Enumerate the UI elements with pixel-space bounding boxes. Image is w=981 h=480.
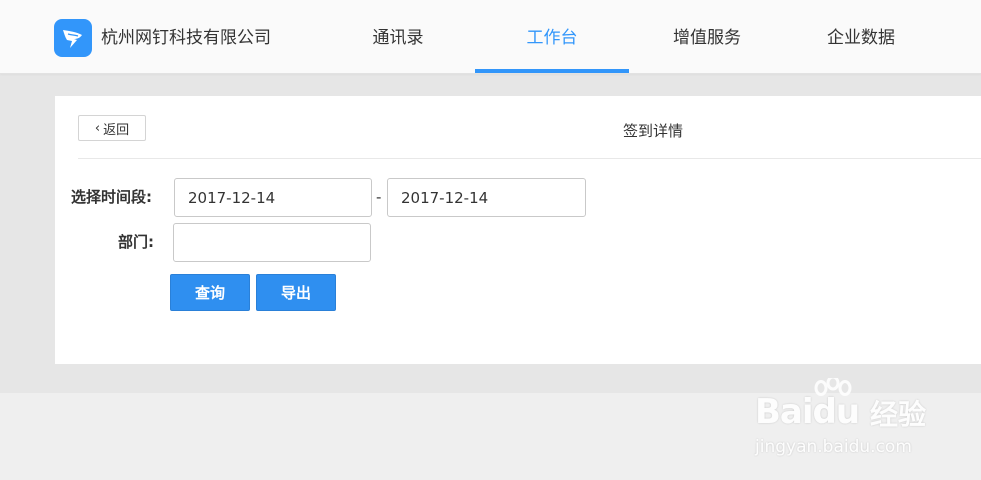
active-tab-indicator [475,69,629,73]
start-date-input[interactable] [174,178,372,217]
tab-enterprise-data[interactable]: 企业数据 [823,25,899,51]
department-label: 部门: [118,233,154,251]
company-name[interactable]: 杭州网钉科技有限公司 [101,26,271,50]
export-button[interactable]: 导出 [256,274,336,311]
tab-workbench[interactable]: 工作台 [523,25,581,51]
end-date-input[interactable] [387,178,586,217]
tab-contacts[interactable]: 通讯录 [369,25,427,51]
department-input[interactable] [173,223,371,262]
date-range-label: 选择时间段: [71,188,152,206]
dingtalk-logo-icon[interactable] [54,19,92,57]
query-button[interactable]: 查询 [170,274,250,311]
top-navigation-bar: 杭州网钉科技有限公司 通讯录 工作台 增值服务 企业数据 [0,0,981,74]
page-footer-area [0,393,981,480]
chevron-left-icon: ‹ [94,120,101,136]
divider [78,158,981,159]
page-title: 签到详情 [622,122,683,140]
date-range-separator: - [376,188,382,206]
tab-value-added-services[interactable]: 增值服务 [669,25,745,51]
back-button-label: 返回 [103,122,130,138]
back-button[interactable]: ‹ 返回 [78,115,146,141]
